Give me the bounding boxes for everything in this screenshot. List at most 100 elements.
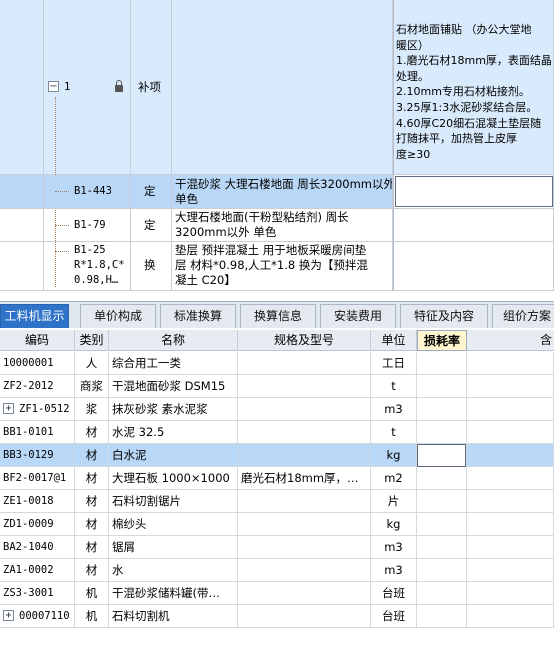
child-name-cell[interactable]: 干混砂浆 大理石楼地面 周长3200mm以外 单色: [172, 175, 393, 209]
table-row[interactable]: +00007110 机石料切割机 台班: [0, 605, 554, 628]
table-row[interactable]: ZE1-0018 材石料切割锯片 片: [0, 490, 554, 513]
cell-name[interactable]: 棉纱头: [109, 513, 238, 535]
cell-spec[interactable]: [238, 605, 371, 627]
child-type-cell[interactable]: 定: [131, 209, 172, 242]
cell-spec[interactable]: [238, 536, 371, 558]
cell-name[interactable]: 石料切割机: [109, 605, 238, 627]
header-content[interactable]: 含: [467, 330, 554, 351]
cell-content[interactable]: [467, 559, 554, 581]
cell-content[interactable]: [467, 490, 554, 512]
tab-standard-conversion[interactable]: 标准换算: [160, 304, 236, 328]
child-type-cell[interactable]: 换: [131, 242, 172, 291]
table-row[interactable]: + ZF1-0512 浆抹灰砂浆 素水泥浆 m3: [0, 398, 554, 421]
cell-content[interactable]: [467, 467, 554, 489]
table-row[interactable]: ZS3-3001 机干混砂浆储料罐(带… 台班: [0, 582, 554, 605]
cell-content[interactable]: [467, 605, 554, 627]
cell-category[interactable]: 人: [75, 352, 109, 374]
cell-code[interactable]: ZE1-0018: [0, 490, 75, 512]
cell-spec[interactable]: [238, 352, 371, 374]
cell-loss-rate[interactable]: [417, 513, 467, 535]
cell-loss-rate[interactable]: [417, 421, 467, 443]
parent-name-cell[interactable]: [172, 0, 393, 175]
child-code-cell[interactable]: B1-25 R*1.8,C* 0.98,H…: [44, 242, 131, 291]
cell-unit[interactable]: 片: [371, 490, 417, 512]
description-editor[interactable]: [395, 176, 553, 207]
cell-code[interactable]: +00007110: [0, 605, 75, 627]
cell-content[interactable]: [467, 536, 554, 558]
cell-category[interactable]: 材: [75, 444, 109, 466]
cell-code[interactable]: ZD1-0009: [0, 513, 75, 535]
cell-category[interactable]: 浆: [75, 398, 109, 420]
cell-spec[interactable]: [238, 421, 371, 443]
cell-loss-rate[interactable]: [417, 559, 467, 581]
table-row[interactable]: ZA1-0002 材水 m3: [0, 559, 554, 582]
cell-loss-rate[interactable]: [417, 536, 467, 558]
cell-unit[interactable]: 工日: [371, 352, 417, 374]
parent-description-cell[interactable]: 石材地面铺贴 （办公大堂地 暖区） 1.磨光石材18mm厚，表面结晶 处理。 2.10m…: [393, 0, 554, 175]
cell-category[interactable]: 材: [75, 513, 109, 535]
cell-unit[interactable]: t: [371, 421, 417, 443]
cell-unit[interactable]: m3: [371, 398, 417, 420]
cell-name[interactable]: 锯屑: [109, 536, 238, 558]
cell-spec[interactable]: [238, 582, 371, 604]
cell-code[interactable]: ZA1-0002: [0, 559, 75, 581]
expand-icon[interactable]: +: [3, 403, 14, 414]
cell-code[interactable]: BB3-0129: [0, 444, 75, 466]
cell-loss-rate[interactable]: [417, 490, 467, 512]
cell-content[interactable]: [467, 513, 554, 535]
table-row[interactable]: BF2-0017@1 材大理石板 1000×1000 磨光石材18mm厚，表… m2: [0, 467, 554, 490]
cell-name[interactable]: 抹灰砂浆 素水泥浆: [109, 398, 238, 420]
cell-loss-rate[interactable]: [417, 467, 467, 489]
cell-unit[interactable]: m2: [371, 467, 417, 489]
cell-name[interactable]: 干混砂浆储料罐(带…: [109, 582, 238, 604]
child-description-cell[interactable]: [393, 242, 554, 291]
child-type-cell[interactable]: 定: [131, 175, 172, 209]
cell-code[interactable]: BB1-0101: [0, 421, 75, 443]
cell-category[interactable]: 机: [75, 582, 109, 604]
cell-name[interactable]: 水泥 32.5: [109, 421, 238, 443]
cell-name[interactable]: 综合用工一类: [109, 352, 238, 374]
tab-pricing-scheme[interactable]: 组价方案: [492, 304, 554, 328]
cell-code[interactable]: 10000001: [0, 352, 75, 374]
cell-category[interactable]: 机: [75, 605, 109, 627]
table-row[interactable]: BB1-0101 材水泥 32.5 t: [0, 421, 554, 444]
collapse-icon[interactable]: −: [48, 81, 59, 92]
table-row[interactable]: BA2-1040 材锯屑 m3: [0, 536, 554, 559]
cell-content[interactable]: [467, 582, 554, 604]
table-row[interactable]: ZF2-2012 商浆 干混地面砂浆 DSM15 t: [0, 375, 554, 398]
cell-code[interactable]: ZF2-2012: [0, 375, 75, 397]
cell-name[interactable]: 大理石板 1000×1000: [109, 467, 238, 489]
parent-index-cell[interactable]: − 1: [44, 0, 131, 175]
table-row[interactable]: BB3-0129 材白水泥 kg: [0, 444, 554, 467]
cell-name[interactable]: 干混地面砂浆 DSM15: [109, 375, 238, 397]
cell-spec[interactable]: [238, 513, 371, 535]
cell-spec[interactable]: [238, 444, 371, 466]
cell-spec[interactable]: [238, 490, 371, 512]
child-description-cell[interactable]: [393, 209, 554, 242]
cell-loss-rate[interactable]: [417, 605, 467, 627]
expand-icon[interactable]: +: [3, 610, 14, 621]
cell-code[interactable]: BF2-0017@1: [0, 467, 75, 489]
table-row[interactable]: 10000001 人综合用工一类 工日: [0, 352, 554, 375]
cell-category[interactable]: 材: [75, 559, 109, 581]
cell-name[interactable]: 石料切割锯片: [109, 490, 238, 512]
header-category[interactable]: 类别: [75, 330, 109, 351]
cell-unit[interactable]: 台班: [371, 605, 417, 627]
cell-content[interactable]: [467, 375, 554, 397]
tab-conversion-info[interactable]: 换算信息: [240, 304, 316, 328]
header-spec[interactable]: 规格及型号: [238, 330, 371, 351]
cell-category[interactable]: 材: [75, 536, 109, 558]
cell-code[interactable]: + ZF1-0512: [0, 398, 75, 420]
header-code[interactable]: 编码: [0, 330, 75, 351]
cell-unit[interactable]: kg: [371, 444, 417, 466]
cell-category[interactable]: 材: [75, 490, 109, 512]
cell-content[interactable]: [467, 444, 554, 466]
header-name[interactable]: 名称: [109, 330, 238, 351]
cell-unit[interactable]: m3: [371, 559, 417, 581]
child-description-cell[interactable]: [393, 175, 554, 209]
cell-unit[interactable]: m3: [371, 536, 417, 558]
cell-category[interactable]: 材: [75, 467, 109, 489]
cell-spec[interactable]: 磨光石材18mm厚，表…: [238, 467, 371, 489]
tab-labor-material-machine[interactable]: 工料机显示: [0, 304, 69, 328]
cell-unit[interactable]: t: [371, 375, 417, 397]
